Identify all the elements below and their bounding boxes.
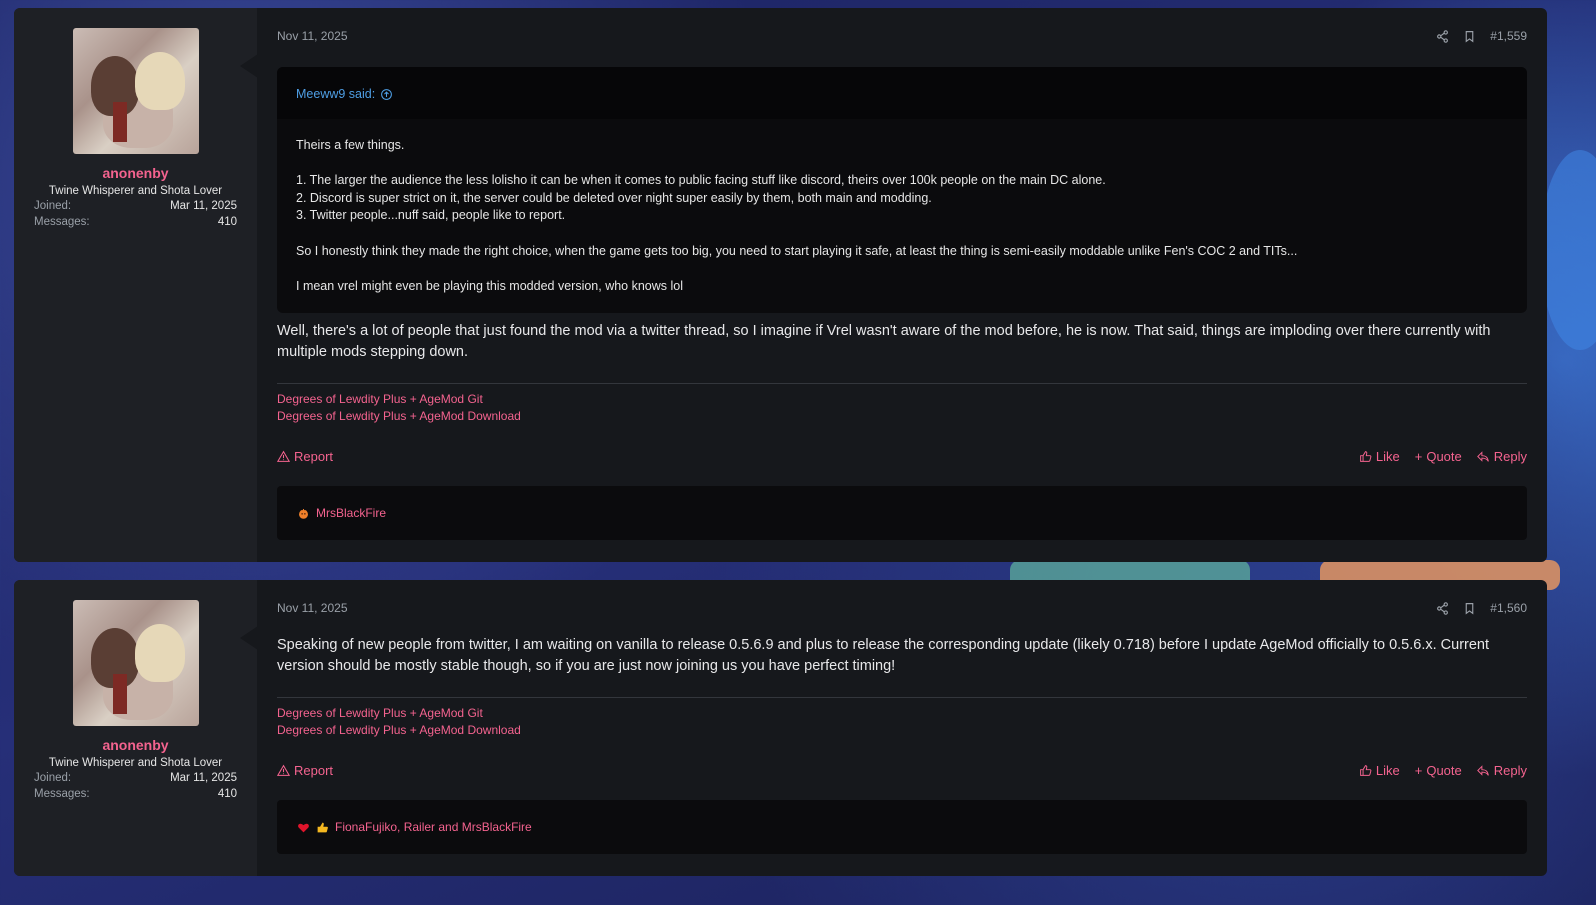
quote-line [296, 155, 1508, 173]
quote-line: Theirs a few things. [296, 138, 405, 152]
quote-button[interactable]: + Quote [1415, 449, 1462, 464]
signature-link-git[interactable]: Degrees of Lewdity Plus + AgeMod Git [277, 391, 1527, 408]
quote-label: Quote [1426, 763, 1462, 778]
reactions-users[interactable]: FionaFujiko, Railer and MrsBlackFire [335, 820, 532, 834]
joined-value: Mar 11, 2025 [170, 772, 237, 784]
messages-value[interactable]: 410 [218, 216, 237, 228]
post-content: Nov 11, 2025 #1,560 Speaking of new peop… [257, 580, 1547, 876]
reply-icon [1476, 765, 1489, 776]
quote-line [296, 260, 1508, 278]
reactions-bar[interactable]: FionaFujiko, Railer and MrsBlackFire [277, 800, 1527, 854]
post-1559: anonenby Twine Whisperer and Shota Lover… [14, 8, 1547, 562]
jump-up-icon[interactable] [380, 88, 393, 101]
reply-button[interactable]: Reply [1476, 449, 1527, 465]
warning-icon [277, 764, 290, 776]
report-label: Report [294, 763, 334, 778]
messages-value[interactable]: 410 [218, 788, 237, 800]
messages-label: Messages: [34, 788, 90, 800]
signature-divider [277, 697, 1527, 698]
post-date[interactable]: Nov 11, 2025 [277, 29, 348, 43]
report-button[interactable]: Report [277, 449, 333, 464]
background-decoration [1540, 150, 1596, 350]
share-icon[interactable] [1436, 601, 1449, 615]
signature-divider [277, 383, 1527, 385]
panel-arrow [240, 626, 258, 650]
bookmark-icon[interactable] [1463, 602, 1476, 615]
messages-stat: Messages: 410 [34, 216, 237, 228]
user-info-panel: anonenby Twine Whisperer and Shota Lover… [14, 580, 258, 876]
report-label: Report [294, 449, 334, 465]
signature: Degrees of Lewdity Plus + AgeMod Git Deg… [277, 391, 1527, 425]
reply-label: Reply [1493, 763, 1527, 778]
avatar[interactable] [72, 28, 199, 154]
quote-author[interactable]: Meeww9 said: [296, 87, 375, 101]
user-title: Twine Whisperer and Shota Lover [48, 757, 223, 769]
quote-label: Quote [1426, 449, 1462, 465]
quote-line: I mean vrel might even be playing this m… [296, 278, 684, 293]
quote-line: 1. The larger the audience the less loli… [296, 173, 1106, 188]
report-button[interactable]: Report [277, 763, 333, 778]
like-label: Like [1375, 449, 1400, 465]
share-icon[interactable] [1436, 29, 1449, 43]
like-button[interactable]: Like [1359, 763, 1400, 778]
thumbs-up-icon [1360, 451, 1372, 463]
joined-value: Mar 11, 2025 [170, 200, 237, 212]
like-button[interactable]: Like [1359, 449, 1400, 464]
bookmark-icon[interactable] [1463, 30, 1476, 43]
panel-arrow [240, 54, 258, 78]
avatar[interactable] [72, 600, 199, 726]
signature-link-download[interactable]: Degrees of Lewdity Plus + AgeMod Downloa… [277, 722, 1527, 739]
quote-body: Theirs a few things. 1. The larger the a… [277, 119, 1527, 313]
quote-header[interactable]: Meeww9 said: [277, 67, 1527, 119]
post-number[interactable]: #1,559 [1490, 29, 1527, 43]
quote-button[interactable]: + Quote [1415, 763, 1462, 778]
message-body: Speaking of new people from twitter, I a… [277, 637, 1490, 674]
joined-label: Joined: [34, 200, 72, 212]
post-header: Nov 11, 2025 #1,559 [277, 28, 1527, 44]
user-title: Twine Whisperer and Shota Lover [48, 185, 223, 197]
signature-link-git[interactable]: Degrees of Lewdity Plus + AgeMod Git [277, 705, 1527, 722]
warning-icon [277, 450, 290, 463]
heart-reaction-icon [298, 823, 309, 832]
signature: Degrees of Lewdity Plus + AgeMod Git Deg… [277, 705, 1527, 739]
username[interactable]: anonenby [34, 165, 237, 181]
joined-stat: Joined: Mar 11, 2025 [34, 200, 237, 212]
plus-icon: + [1414, 449, 1423, 465]
quote-line: 2. Discord is super strict on it, the se… [296, 190, 932, 205]
post-header: Nov 11, 2025 #1,560 [277, 600, 1527, 616]
reactions-bar[interactable]: MrsBlackFire [277, 486, 1527, 541]
quote-block: Meeww9 said: Theirs a few things. 1. The… [277, 67, 1527, 314]
post-actions: Report Like + Quote Reply [277, 449, 1527, 464]
reply-icon [1476, 451, 1489, 463]
plus-icon: + [1414, 763, 1423, 778]
joined-stat: Joined: Mar 11, 2025 [34, 772, 237, 784]
reactions-users[interactable]: MrsBlackFire [316, 506, 386, 520]
post-number[interactable]: #1,560 [1490, 601, 1527, 615]
quote-line [296, 225, 1508, 243]
reply-button[interactable]: Reply [1476, 763, 1527, 778]
joined-label: Joined: [34, 772, 72, 784]
message-body: Well, there's a lot of people that just … [277, 323, 1491, 361]
hot-reaction-icon [299, 508, 308, 519]
username[interactable]: anonenby [34, 737, 237, 753]
quote-line: So I honestly think they made the right … [296, 243, 1298, 258]
messages-label: Messages: [34, 216, 90, 228]
like-label: Like [1375, 763, 1400, 778]
post-actions: Report Like + Quote Reply [277, 763, 1527, 778]
messages-stat: Messages: 410 [34, 788, 237, 800]
signature-link-download[interactable]: Degrees of Lewdity Plus + AgeMod Downloa… [277, 408, 1527, 425]
thumbs-up-reaction-icon [317, 822, 328, 832]
post-date[interactable]: Nov 11, 2025 [277, 601, 348, 615]
post-content: Nov 11, 2025 #1,559 Meeww9 said: Theirs … [257, 8, 1547, 562]
user-info-panel: anonenby Twine Whisperer and Shota Lover… [14, 8, 258, 562]
thumbs-up-icon [1360, 765, 1372, 776]
post-1560: anonenby Twine Whisperer and Shota Lover… [14, 580, 1547, 876]
quote-line: 3. Twitter people...nuff said, people li… [296, 208, 566, 223]
reply-label: Reply [1493, 449, 1527, 465]
